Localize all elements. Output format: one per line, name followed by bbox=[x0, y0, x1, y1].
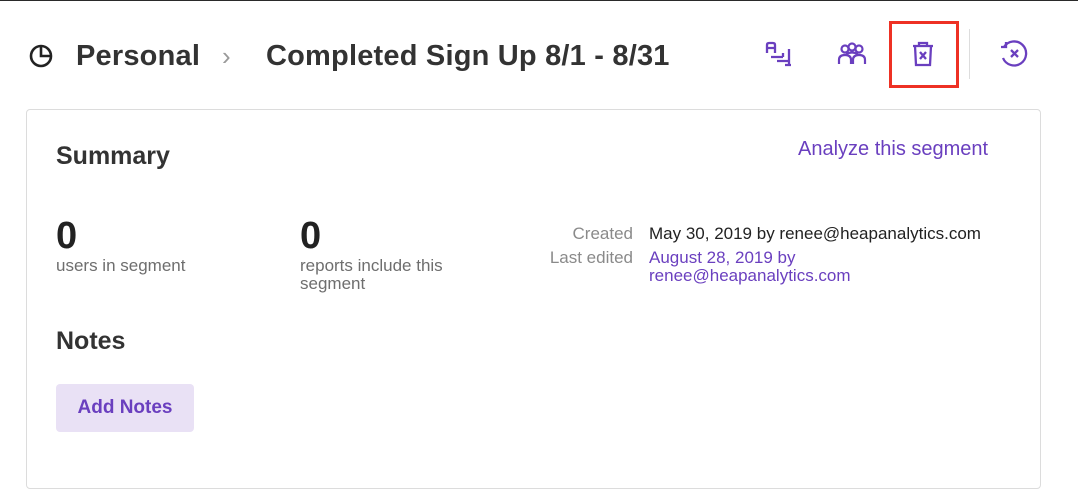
users-label: users in segment bbox=[56, 256, 186, 275]
reports-label: reports include this segment bbox=[300, 256, 443, 293]
add-notes-button[interactable]: Add Notes bbox=[56, 384, 194, 432]
created-value: May 30, 2019 by renee@heapanalytics.com bbox=[649, 224, 981, 243]
notes-title: Notes bbox=[56, 327, 126, 355]
users-count: 0 bbox=[56, 215, 78, 257]
breadcrumb-separator-icon: › bbox=[222, 41, 231, 71]
page-title: Completed Sign Up 8/1 - 8/31 bbox=[266, 40, 670, 72]
created-label: Created bbox=[572, 224, 633, 243]
delete-highlight-box bbox=[889, 21, 959, 88]
breadcrumb-root[interactable]: Personal bbox=[76, 37, 200, 75]
people-icon bbox=[836, 38, 868, 75]
last-edited-value[interactable]: August 28, 2019 by renee@heapanalytics.c… bbox=[649, 249, 909, 285]
page-header: Personal › Completed Sign Up 8/1 - 8/31 bbox=[0, 0, 1078, 100]
segment-pie-icon bbox=[28, 43, 54, 69]
rename-button[interactable] bbox=[757, 34, 801, 78]
close-circle-icon bbox=[998, 38, 1030, 75]
reports-count: 0 bbox=[300, 215, 322, 257]
people-button[interactable] bbox=[830, 34, 874, 78]
summary-card bbox=[26, 109, 1041, 489]
analyze-segment-link[interactable]: Analyze this segment bbox=[798, 136, 988, 162]
header-divider bbox=[969, 29, 970, 79]
rename-icon bbox=[763, 38, 795, 75]
summary-title: Summary bbox=[56, 142, 170, 170]
close-button[interactable] bbox=[992, 34, 1036, 78]
last-edited-label: Last edited bbox=[549, 248, 633, 267]
